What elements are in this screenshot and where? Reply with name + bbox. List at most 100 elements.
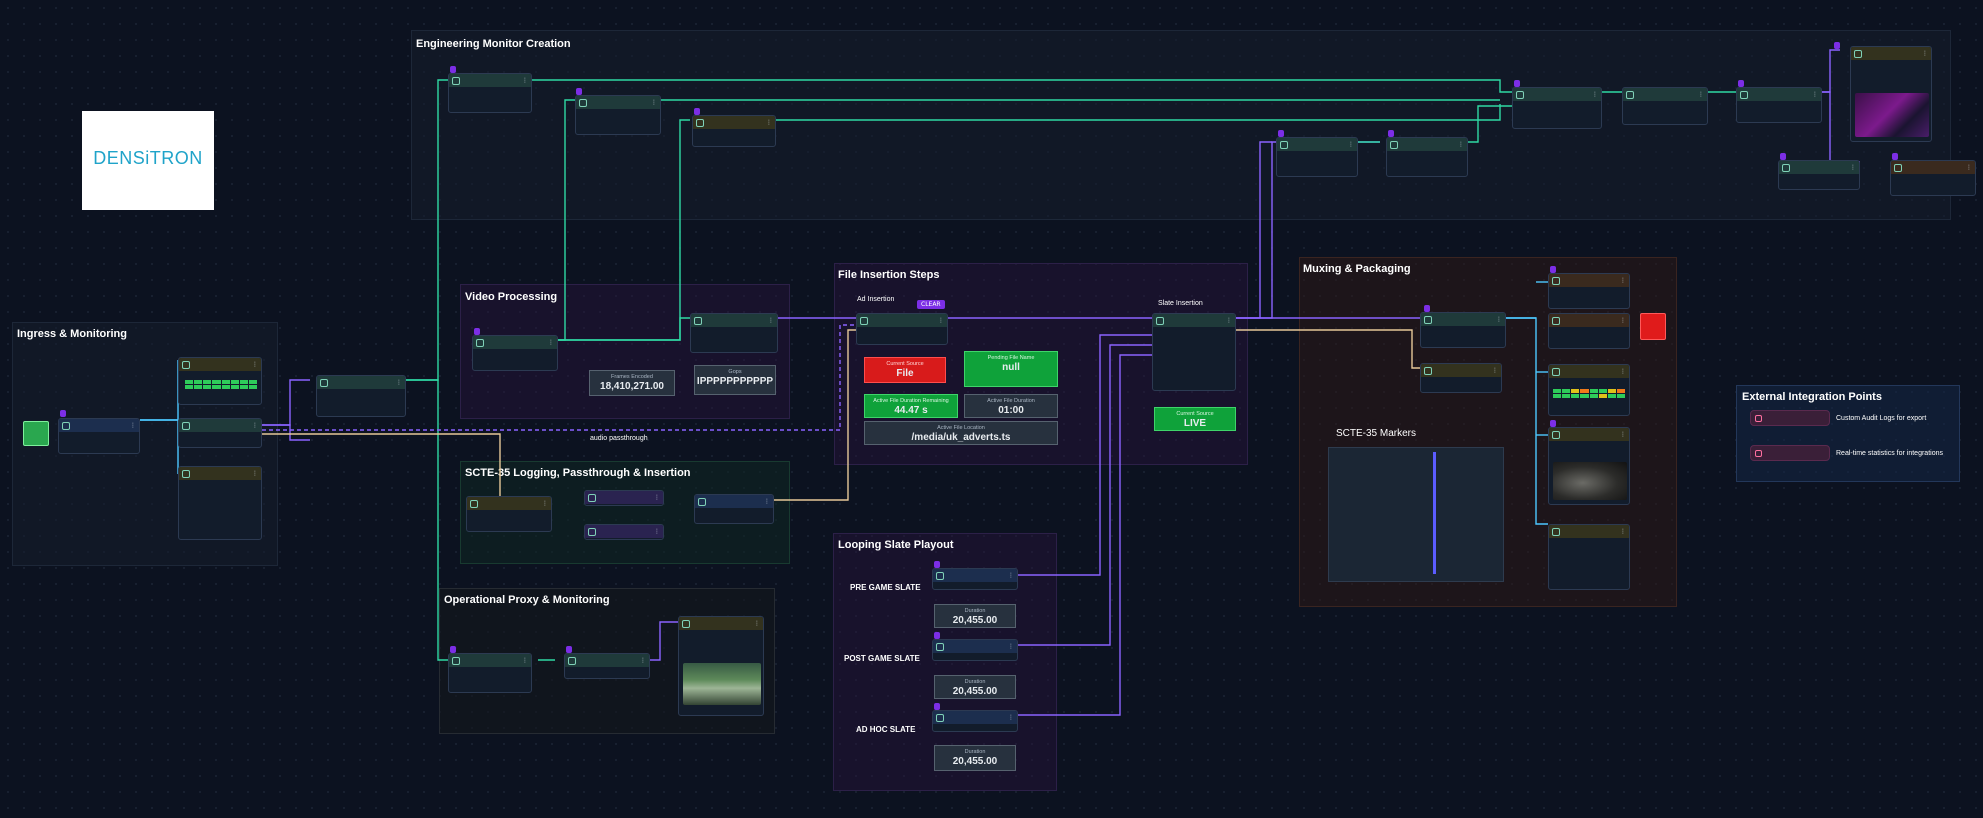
node-menu-icon[interactable]: ⋮ [396,379,402,386]
proxy-preview-node[interactable]: ⋮ [678,616,764,716]
srt-caller-output-node[interactable]: ⋮ [1548,313,1630,349]
scte35-parser-node[interactable]: ⋮ [466,496,552,532]
video-deinterlace-node[interactable]: ⋮ [472,335,558,371]
eng-mpegts-node[interactable]: ⋮ [1778,160,1860,190]
ingress-demux-node[interactable]: ⋮ [178,418,262,448]
eng-output-decoder-node[interactable]: ⋮ [1276,137,1358,177]
node-menu-icon[interactable]: ⋮ [1008,714,1014,721]
node-menu-icon[interactable]: ⋮ [1922,50,1928,57]
eng-preview-node[interactable]: ⋮ [1850,46,1932,142]
node-menu-icon[interactable]: ⋮ [542,500,548,507]
node-menu-icon[interactable]: ⋮ [1850,164,1856,171]
scte35-generator-node[interactable]: ⋮ [694,494,774,524]
eng-waveform-node[interactable]: ⋮ [692,115,776,147]
proxy-scaler-node[interactable]: ⋮ [448,653,532,693]
node-menu-icon[interactable]: ⋮ [1496,316,1502,323]
node-badge [1738,80,1744,87]
eng-output-node[interactable]: ⋮ [1890,160,1976,196]
node-menu-icon[interactable]: ⋮ [1458,141,1464,148]
output-meter-node[interactable]: ⋮ [1548,364,1630,416]
aac-decoder-node[interactable]: ⋮ [316,375,406,417]
proxy-preview-thumbnail [683,663,761,705]
node-menu-icon[interactable]: ⋮ [654,494,660,501]
node-menu-icon[interactable]: ⋮ [130,422,136,429]
node-menu-icon[interactable]: ⋮ [651,99,657,106]
node-menu-icon[interactable]: ⋮ [1966,164,1972,171]
external-item-audit-logs[interactable]: Custom Audit Logs for export [1750,410,1926,426]
input-icon [62,421,70,430]
ingress-input-node[interactable]: ⋮ [58,418,140,454]
node-menu-icon[interactable]: ⋮ [768,317,774,324]
node-menu-icon[interactable]: ⋮ [1348,141,1354,148]
video-encoder-node[interactable]: ⋮ [690,313,778,353]
node-menu-icon[interactable]: ⋮ [764,498,770,505]
ingress-monitor-node[interactable]: ⋮ [178,357,262,405]
ts-info-node[interactable]: ⋮ [1548,524,1630,590]
clear-button[interactable]: CLEAR [917,300,945,309]
eng-overlay-node[interactable]: ⋮ [1622,87,1708,125]
eng-multiviewer-node[interactable]: ⋮ [1512,87,1602,129]
node-menu-icon[interactable]: ⋮ [1620,277,1626,284]
node-menu-icon[interactable]: ⋮ [1620,368,1626,375]
encoder-icon [694,316,702,325]
node-menu-icon[interactable]: ⋮ [1226,317,1232,324]
meter-icon [1552,367,1560,376]
mpeg-ts-muxer-node[interactable]: ⋮ [1420,312,1506,348]
node-menu-icon[interactable]: ⋮ [1492,367,1498,374]
node-badge [1550,266,1556,273]
eng-encoder-node[interactable]: ⋮ [1736,87,1822,123]
scte35-parser-mux-node[interactable]: ⋮ [1420,363,1502,393]
node-header: ⋮ [691,314,777,327]
node-menu-icon[interactable]: ⋮ [1620,317,1626,324]
node-menu-icon[interactable]: ⋮ [1008,572,1014,579]
external-item-statistics[interactable]: Real-time statistics for integrations [1750,445,1943,461]
node-header: ⋮ [179,419,261,432]
ad-insertion-node[interactable]: ⋮ [856,313,948,345]
node-menu-icon[interactable]: ⋮ [1620,431,1626,438]
node-menu-icon[interactable]: ⋮ [1698,91,1704,98]
node-menu-icon[interactable]: ⋮ [252,361,258,368]
node-menu-icon[interactable]: ⋮ [1592,91,1598,98]
encoder-icon [1740,90,1748,99]
pre-game-playout-node[interactable]: ⋮ [932,568,1018,590]
node-menu-icon[interactable]: ⋮ [522,657,528,664]
encoder-icon [568,656,576,665]
node-menu-icon[interactable]: ⋮ [754,620,760,627]
node-menu-icon[interactable]: ⋮ [654,528,660,535]
node-menu-icon[interactable]: ⋮ [522,77,528,84]
ingress-ts-node[interactable]: ⋮ [178,466,262,540]
output-icon [1894,163,1902,172]
frames-encoded-label: Frames Encoded [611,374,653,380]
active-file-duration-stat: Active File Duration 01:00 [964,394,1058,418]
node-menu-icon[interactable]: ⋮ [252,422,258,429]
output-thumbnail-node[interactable]: ⋮ [1548,427,1630,505]
node-header: ⋮ [1851,47,1931,60]
eng-ingress-scaler-node[interactable]: ⋮ [575,95,661,135]
group-title-scte35: SCTE-35 Logging, Passthrough & Insertion [465,467,691,479]
node-menu-icon[interactable]: ⋮ [1812,91,1818,98]
proxy-encoder-node[interactable]: ⋮ [564,653,650,679]
node-header: ⋮ [1623,88,1707,101]
eng-output-scaler-node[interactable]: ⋮ [1386,137,1468,177]
node-menu-icon[interactable]: ⋮ [938,317,944,324]
pipeline-canvas[interactable]: Engineering Monitor Creation Ingress & M… [0,0,1983,818]
post-game-duration-value: 20,455.00 [952,686,998,697]
node-menu-icon[interactable]: ⋮ [548,339,554,346]
node-badge [60,410,66,417]
slate-insertion-node[interactable]: ⋮ [1152,313,1236,391]
node-menu-icon[interactable]: ⋮ [252,470,258,477]
gops-label: Gops [728,369,742,375]
post-game-playout-node[interactable]: ⋮ [932,639,1018,661]
node-menu-icon[interactable]: ⋮ [1620,528,1626,535]
node-menu-icon[interactable]: ⋮ [1008,643,1014,650]
scte35-splice-passthrough-node[interactable]: ⋮ [584,490,664,506]
node-header: ⋮ [317,376,405,389]
node-header: ⋮ [1387,138,1467,151]
node-menu-icon[interactable]: ⋮ [766,119,772,126]
scte35-timesignal-passthrough-node[interactable]: ⋮ [584,524,664,540]
ad-hoc-playout-node[interactable]: ⋮ [932,710,1018,732]
active-duration-remaining-stat: Active File Duration Remaining 44.47 s [864,394,958,418]
node-menu-icon[interactable]: ⋮ [640,657,646,664]
eng-scaler-node[interactable]: ⋮ [448,73,532,113]
srt-output-node[interactable]: ⋮ [1548,273,1630,309]
